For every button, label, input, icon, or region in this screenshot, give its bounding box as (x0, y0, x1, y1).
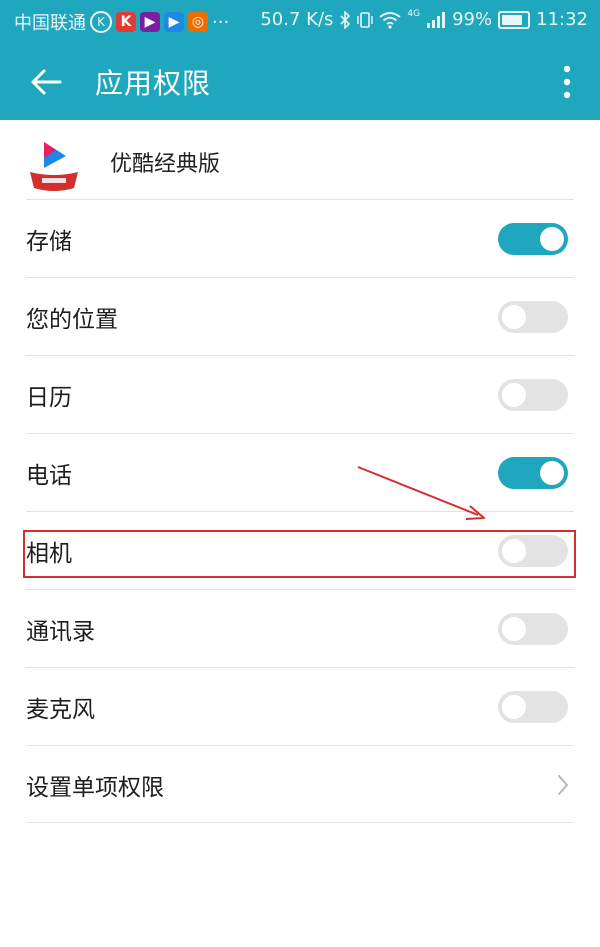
battery-icon (498, 10, 531, 29)
toggle-knob (502, 616, 526, 641)
location-toggle[interactable] (498, 300, 568, 333)
permission-row-phone[interactable]: 电话 (0, 434, 600, 511)
status-bar-left: 中国联通 K K ▶ ▶ ◎ ··· (14, 9, 229, 35)
network-type-badge: 4G (407, 8, 421, 19)
app-info: 优酷经典版 (0, 120, 600, 200)
divider (26, 822, 574, 823)
app-name: 优酷经典版 (110, 152, 221, 177)
permission-label: 麦克风 (26, 696, 95, 723)
bluetooth-icon (340, 10, 351, 29)
camera-highlight-box (23, 530, 576, 578)
signal-icon (427, 11, 446, 28)
storage-toggle[interactable] (498, 222, 568, 255)
toggle-knob (540, 226, 564, 251)
permission-row-microphone[interactable]: 麦克风 (0, 668, 600, 745)
permission-label: 您的位置 (26, 306, 118, 333)
permission-label: 日历 (26, 384, 72, 411)
more-vertical-icon[interactable] (562, 64, 572, 100)
toggle-knob (540, 460, 564, 485)
permission-row-calendar[interactable]: 日历 (0, 356, 600, 433)
arrow-left-icon[interactable] (28, 64, 64, 100)
toggle-knob (502, 382, 526, 407)
more-notifications-icon: ··· (212, 11, 230, 33)
contacts-toggle[interactable] (498, 612, 568, 645)
video-app-notification-icon: ▶ (140, 12, 160, 32)
permission-row-storage[interactable]: 存储 (0, 200, 600, 277)
chevron-right-icon (558, 774, 568, 795)
youku-logo-icon (30, 142, 78, 191)
status-bar: 中国联通 K K ▶ ▶ ◎ ··· 50.7 K/s 4G 99% 11:32 (0, 0, 600, 42)
vibrate-icon (357, 11, 374, 28)
permission-label: 存储 (26, 228, 72, 255)
individual-permissions-label: 设置单项权限 (26, 774, 164, 801)
page-title: 应用权限 (95, 67, 212, 100)
microphone-toggle[interactable] (498, 690, 568, 723)
permission-label: 电话 (26, 462, 72, 489)
clock: 11:32 (536, 9, 588, 30)
kuaishou-notification-icon: K (116, 12, 136, 32)
browser-notification-icon: ◎ (188, 12, 208, 32)
play-app-notification-icon: ▶ (164, 12, 184, 32)
carrier-name: 中国联通 (14, 13, 86, 34)
network-speed: 50.7 K/s (260, 9, 334, 30)
phone-toggle[interactable] (498, 456, 568, 489)
calendar-toggle[interactable] (498, 378, 568, 411)
battery-percent: 99% (452, 9, 493, 30)
k-circle-icon: K (90, 11, 112, 33)
app-bar: 应用权限 (0, 42, 600, 120)
toggle-knob (502, 694, 526, 719)
permission-row-location[interactable]: 您的位置 (0, 278, 600, 355)
wifi-icon (379, 11, 402, 29)
status-bar-right: 50.7 K/s 4G 99% 11:32 (260, 8, 588, 31)
toggle-knob (502, 304, 526, 329)
individual-permissions-row[interactable]: 设置单项权限 (0, 746, 600, 823)
permission-label: 通讯录 (26, 618, 95, 645)
permission-row-contacts[interactable]: 通讯录 (0, 590, 600, 667)
